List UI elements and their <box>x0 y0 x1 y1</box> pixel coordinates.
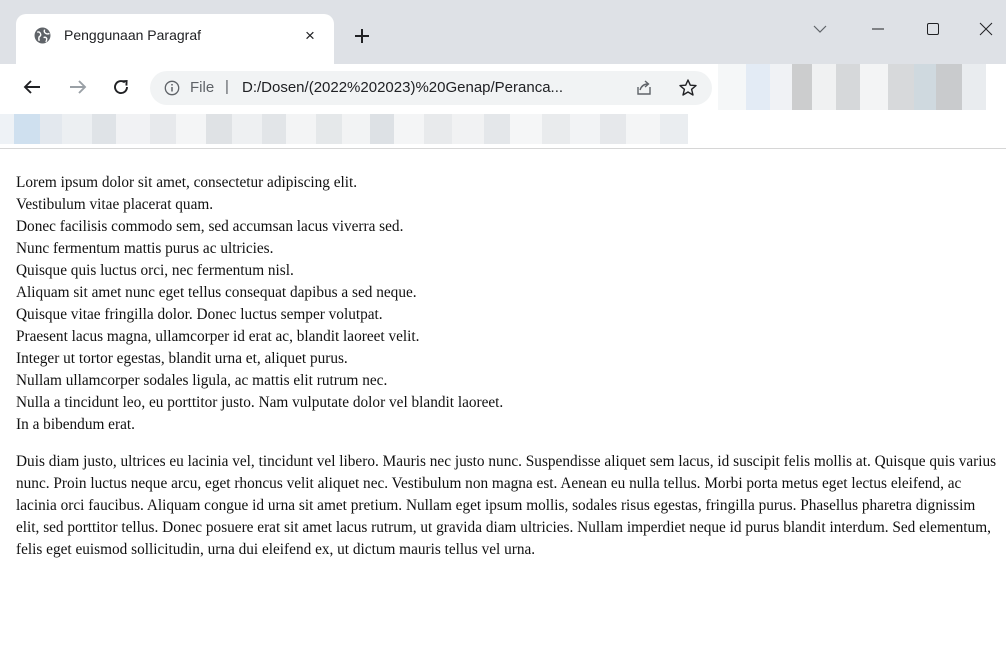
paragraph-line: In a bibendum erat. <box>16 416 135 433</box>
forward-button[interactable] <box>64 73 92 101</box>
tab-title: Penggunaan Paragraf <box>64 27 201 43</box>
arrow-left-icon <box>23 80 40 94</box>
paragraph-line: Vestibulum vitae placerat quam. <box>16 196 214 213</box>
scheme-separator: | <box>225 78 229 95</box>
globe-icon <box>34 27 51 44</box>
url-text[interactable]: D:/Dosen/(2022%202023)%20Genap/Peranca..… <box>242 79 563 96</box>
arrow-right-icon <box>70 80 87 94</box>
page-content: Lorem ipsum dolor sit amet, consectetur … <box>16 172 1000 561</box>
reload-icon <box>114 79 128 94</box>
window-close-button[interactable] <box>966 14 1006 44</box>
maximize-button[interactable] <box>913 14 953 44</box>
paragraph-line: Praesent lacus magna, ullamcorper id era… <box>16 328 420 345</box>
minimize-icon <box>872 28 884 30</box>
paragraph-line: Donec facilisis commodo sem, sed accumsa… <box>16 218 404 235</box>
close-icon: × <box>305 26 315 45</box>
tab-strip: Penggunaan Paragraf × <box>0 0 1006 64</box>
minimize-button[interactable] <box>858 14 898 44</box>
scheme-label: File <box>190 79 215 96</box>
share-icon[interactable] <box>634 78 654 98</box>
paragraph-lines: Lorem ipsum dolor sit amet, consectetur … <box>16 172 1000 436</box>
reload-button[interactable] <box>107 73 135 101</box>
address-bar[interactable]: File | D:/Dosen/(2022%202023)%20Genap/Pe… <box>150 71 712 105</box>
back-button[interactable] <box>18 73 46 101</box>
paragraph-line: Aliquam sit amet nunc eget tellus conseq… <box>16 284 417 301</box>
plus-icon <box>355 29 369 43</box>
toolbar: File | D:/Dosen/(2022%202023)%20Genap/Pe… <box>0 64 1006 110</box>
paragraph-line: Quisque vitae fringilla dolor. Donec luc… <box>16 306 383 323</box>
chevron-down-icon <box>813 25 827 33</box>
paragraph-line: Nullam ullamcorper sodales ligula, ac ma… <box>16 372 388 389</box>
paragraph-line: Integer ut tortor egestas, blandit urna … <box>16 350 348 367</box>
tab-search-button[interactable] <box>800 14 840 44</box>
info-icon[interactable] <box>164 80 180 96</box>
bookmarks-bar-blurred <box>0 110 1006 149</box>
tab-active[interactable]: Penggunaan Paragraf × <box>16 14 334 64</box>
paragraph-line: Quisque quis luctus orci, nec fermentum … <box>16 262 294 279</box>
paragraph-block: Duis diam justo, ultrices eu lacinia vel… <box>16 453 997 558</box>
paragraph-line: Nulla a tincidunt leo, eu porttitor just… <box>16 394 504 411</box>
extension-icons-blurred <box>718 64 986 110</box>
close-icon <box>979 22 993 36</box>
star-icon[interactable] <box>678 78 698 98</box>
paragraph-line: Lorem ipsum dolor sit amet, consectetur … <box>16 174 358 191</box>
tab-close-button[interactable]: × <box>298 24 322 48</box>
maximize-icon <box>927 23 939 35</box>
paragraph-line: Nunc fermentum mattis purus ac ultricies… <box>16 240 274 257</box>
new-tab-button[interactable] <box>348 22 376 50</box>
